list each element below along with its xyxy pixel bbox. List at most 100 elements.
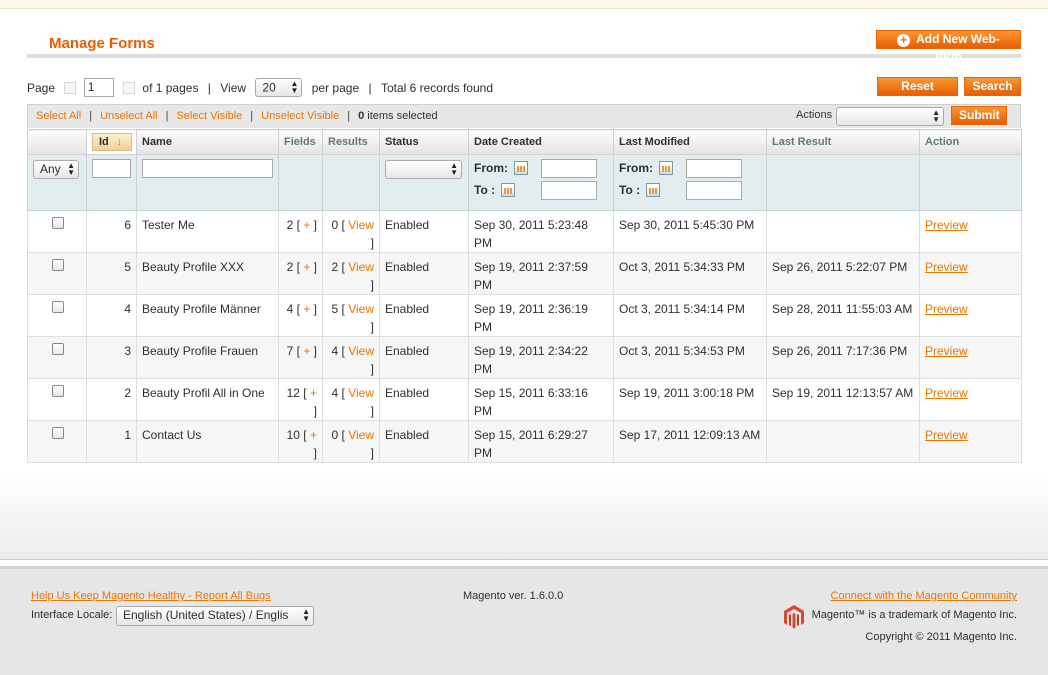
- row-checkbox[interactable]: [52, 301, 64, 313]
- row-date-created: Sep 15, 2011 6:29:27 PM: [468, 420, 614, 463]
- preview-link[interactable]: Preview: [925, 302, 968, 316]
- created-from-row: From:: [474, 159, 608, 181]
- row-results[interactable]: 4 [ View ]: [322, 378, 380, 421]
- row-results[interactable]: 4 [ View ]: [322, 336, 380, 379]
- row-checkbox[interactable]: [52, 217, 64, 229]
- row-fields[interactable]: 10 [ + ]: [278, 420, 323, 463]
- preview-link[interactable]: Preview: [925, 344, 968, 358]
- search-button[interactable]: Search: [964, 77, 1021, 96]
- row-results[interactable]: 2 [ View ]: [322, 252, 380, 295]
- actions-select[interactable]: ▲ ▼: [836, 107, 944, 126]
- header-status[interactable]: Status: [379, 129, 469, 155]
- table-row[interactable]: 3 Beauty Profile Frauen 7 [ + ] 4 [ View ] E…: [27, 336, 1022, 379]
- inline-link[interactable]: +: [303, 218, 310, 232]
- table-row[interactable]: 2 Beauty Profil All in One 12 [ + ] 4 [ Vie…: [27, 378, 1022, 421]
- view-label: View: [220, 80, 247, 95]
- row-results[interactable]: 0 [ View ]: [322, 210, 380, 253]
- row-date-created: Sep 19, 2011 2:34:22 PM: [468, 336, 614, 379]
- report-bugs-link[interactable]: Help Us Keep Magento Healthy - Report Al…: [31, 590, 271, 602]
- filter-name-input[interactable]: [142, 159, 273, 178]
- calendar-icon[interactable]: [514, 161, 528, 175]
- inline-link[interactable]: View: [348, 344, 374, 358]
- copyright-text: Copyright © 2011 Magento Inc.: [865, 631, 1017, 643]
- prev-page-arrow-icon[interactable]: [64, 81, 77, 94]
- locale-select-value: English (United States) / Englis: [123, 608, 289, 622]
- row-checkbox[interactable]: [52, 427, 64, 439]
- inline-link[interactable]: +: [310, 428, 317, 442]
- row-checkbox[interactable]: [52, 385, 64, 397]
- row-fields[interactable]: 2 [ + ]: [278, 210, 323, 253]
- mass-separator: |: [89, 110, 93, 122]
- header-last-modified[interactable]: Last Modified: [613, 129, 767, 155]
- inline-link[interactable]: View: [348, 386, 374, 400]
- selected-count-text: 0 items selected: [358, 110, 438, 122]
- inline-link[interactable]: +: [303, 260, 310, 274]
- row-select-cell: [27, 294, 87, 337]
- inline-link[interactable]: View: [348, 260, 374, 274]
- header-name[interactable]: Name: [136, 129, 279, 155]
- row-id: 5: [86, 252, 137, 295]
- any-select[interactable]: Any ▲ ▼: [33, 160, 79, 179]
- row-status: Enabled: [379, 420, 469, 463]
- preview-link[interactable]: Preview: [925, 260, 968, 274]
- row-checkbox[interactable]: [52, 343, 64, 355]
- row-fields[interactable]: 4 [ + ]: [278, 294, 323, 337]
- created-from-input[interactable]: [541, 159, 597, 178]
- preview-link[interactable]: Preview: [925, 428, 968, 442]
- row-id: 3: [86, 336, 137, 379]
- filter-id-input[interactable]: [92, 159, 131, 178]
- mass-separator: |: [347, 110, 351, 122]
- submit-button[interactable]: Submit: [951, 106, 1007, 125]
- modified-to-input[interactable]: [686, 181, 742, 200]
- modified-from-input[interactable]: [686, 159, 742, 178]
- row-results[interactable]: 0 [ View ]: [322, 420, 380, 463]
- next-page-arrow-icon[interactable]: [123, 81, 136, 94]
- calendar-icon[interactable]: [501, 183, 516, 197]
- reset-filter-button[interactable]: Reset Filter: [877, 77, 958, 110]
- header-date-created[interactable]: Date Created: [468, 129, 614, 155]
- inline-link[interactable]: +: [303, 344, 310, 358]
- inline-link[interactable]: View: [348, 302, 374, 316]
- calendar-icon[interactable]: [659, 161, 673, 175]
- select-visible-link[interactable]: Select Visible: [176, 110, 242, 122]
- row-checkbox[interactable]: [52, 259, 64, 271]
- id-sort-badge[interactable]: Id ↓: [92, 133, 132, 151]
- per-page-select[interactable]: 20 ▲ ▼: [255, 78, 303, 98]
- unselect-all-link[interactable]: Unselect All: [100, 110, 157, 122]
- add-new-webform-button[interactable]: + Add New Web-form: [876, 30, 1021, 63]
- table-row[interactable]: 4 Beauty Profile Männer 4 [ + ] 5 [ View ] E…: [27, 294, 1022, 337]
- row-last-result: Sep 19, 2011 12:13:57 AM: [766, 378, 920, 421]
- per-page-label: per page: [311, 80, 360, 95]
- table-row[interactable]: 1 Contact Us 10 [ + ] 0 [ View ] Enabled Sep …: [27, 420, 1022, 463]
- preview-link[interactable]: Preview: [925, 218, 968, 232]
- row-name: Beauty Profil All in One: [136, 378, 279, 421]
- inline-link[interactable]: View: [348, 218, 374, 232]
- row-select-cell: [27, 420, 87, 463]
- row-results[interactable]: 5 [ View ]: [322, 294, 380, 337]
- inline-link[interactable]: View: [348, 428, 374, 442]
- row-date-created: Sep 30, 2011 5:23:48 PM: [468, 210, 614, 253]
- pager-separator: |: [368, 80, 372, 95]
- table-row[interactable]: 6 Tester Me 2 [ + ] 0 [ View ] Enabled Sep 30…: [27, 210, 1022, 253]
- inline-link[interactable]: +: [310, 386, 317, 400]
- interface-locale-select[interactable]: English (United States) / Englis ▲ ▼: [116, 606, 314, 626]
- header-id[interactable]: Id ↓: [86, 129, 137, 155]
- community-link[interactable]: Connect with the Magento Community: [831, 590, 1017, 602]
- table-row[interactable]: 5 Beauty Profile XXX 2 [ + ] 2 [ View ] Enab…: [27, 252, 1022, 295]
- forms-grid: Id ↓ Name Fields Results Status Date Crea…: [27, 129, 1022, 463]
- row-status: Enabled: [379, 378, 469, 421]
- grid-body: 6 Tester Me 2 [ + ] 0 [ View ] Enabled Sep 30…: [27, 210, 1022, 463]
- filter-status-select[interactable]: ▲ ▼: [385, 160, 462, 179]
- calendar-icon[interactable]: [646, 183, 661, 197]
- created-to-input[interactable]: [541, 181, 597, 200]
- row-fields[interactable]: 2 [ + ]: [278, 252, 323, 295]
- select-all-link[interactable]: Select All: [36, 110, 81, 122]
- unselect-visible-link[interactable]: Unselect Visible: [261, 110, 339, 122]
- row-fields[interactable]: 12 [ + ]: [278, 378, 323, 421]
- grid-header-row: Id ↓ Name Fields Results Status Date Crea…: [27, 129, 1022, 155]
- inline-link[interactable]: +: [303, 302, 310, 316]
- row-fields[interactable]: 7 [ + ]: [278, 336, 323, 379]
- page-number-input[interactable]: 1: [83, 78, 114, 98]
- total-records: Total 6 records found: [380, 80, 494, 95]
- preview-link[interactable]: Preview: [925, 386, 968, 400]
